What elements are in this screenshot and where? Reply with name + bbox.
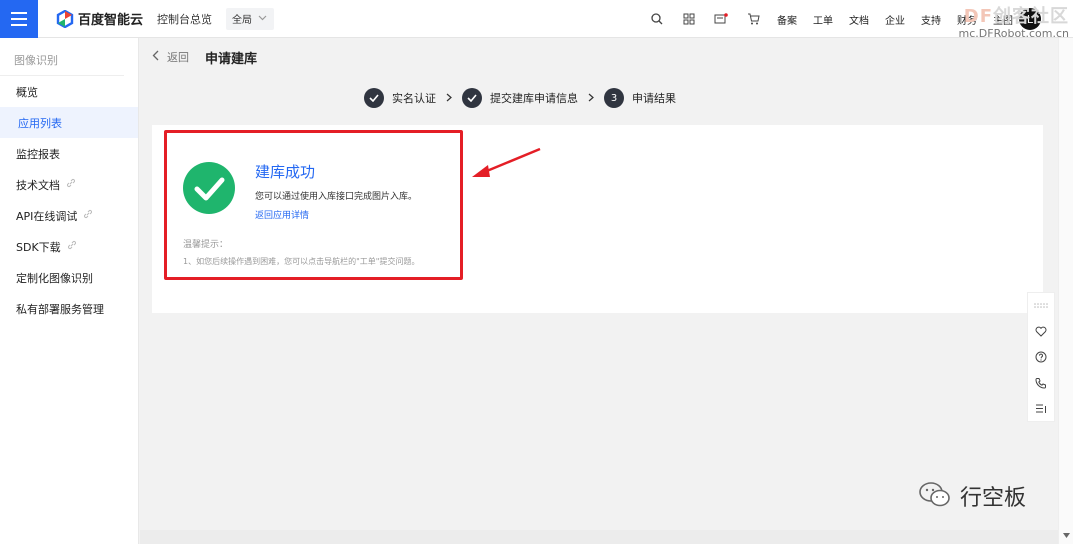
chevron-right-icon [446, 91, 452, 105]
list-icon[interactable] [1028, 395, 1054, 421]
result-card: 建库成功 您可以通过使用入库接口完成图片入库。 返回应用详情 温馨提示： 1、如… [152, 125, 1043, 313]
check-icon [364, 88, 384, 108]
sidebar-item-api-debug[interactable]: API在线调试 [0, 200, 138, 231]
back-to-app-detail-link[interactable]: 返回应用详情 [255, 208, 309, 221]
brand-logo-icon [56, 9, 74, 28]
tips-text: 1、如您后续操作遇到困难，您可以点击导航栏的"工单"提交问题。 [183, 257, 420, 266]
top-navbar: 百度智能云 控制台总览 全局 备案 工单 文档 企业 支持 财务 主图 L [0, 0, 1073, 38]
brand[interactable]: 百度智能云 [56, 9, 143, 28]
console-overview-link[interactable]: 控制台总览 [157, 11, 212, 27]
help-icon[interactable] [1028, 344, 1054, 370]
wechat-account-name: 行空板 [960, 486, 1027, 511]
nav-link-ticket[interactable]: 工单 [813, 12, 833, 27]
drag-handle-icon[interactable] [1028, 293, 1054, 319]
floating-toolbar [1027, 292, 1055, 422]
result-highlight-box: 建库成功 您可以通过使用入库接口完成图片入库。 返回应用详情 温馨提示： 1、如… [164, 130, 463, 280]
scope-select[interactable]: 全局 [226, 7, 275, 30]
watermark-dfrobot: DF创客社区 mc.DFRobot.com.cn [959, 2, 1069, 40]
watermark-title: DF创客社区 [963, 6, 1069, 27]
sidebar-header: 图像识别 [0, 38, 124, 76]
sidebar-item-custom-recognition[interactable]: 定制化图像识别 [0, 262, 138, 293]
step-label-2: 提交建库申请信息 [490, 92, 578, 105]
link-icon [67, 240, 77, 253]
link-icon [66, 178, 76, 191]
wechat-watermark: 行空板 [918, 480, 1026, 512]
page-header: 返回 申请建库 [140, 38, 1055, 76]
step-number: 3 [604, 88, 624, 108]
chevron-down-icon [258, 14, 267, 24]
tips-heading: 温馨提示： [183, 240, 229, 250]
chat-icon[interactable] [1028, 319, 1054, 345]
horizontal-scrollbar[interactable] [140, 530, 1058, 544]
link-icon [83, 209, 93, 222]
main-content: 返回 申请建库 实名认证 提交建库申请信息 3 申请结果 建库成功 您可以通过使… [140, 38, 1055, 544]
sidebar-item-overview[interactable]: 概览 [0, 76, 138, 107]
wechat-icon [918, 481, 952, 512]
cart-icon[interactable] [737, 13, 769, 25]
nav-link-support[interactable]: 支持 [921, 12, 941, 27]
sidebar-item-tech-docs[interactable]: 技术文档 [0, 169, 138, 200]
success-check-icon [183, 162, 235, 214]
scope-value: 全局 [232, 15, 253, 26]
progress-steps: 实名认证 提交建库申请信息 3 申请结果 [364, 88, 676, 108]
nav-link-filing[interactable]: 备案 [777, 12, 797, 27]
chevron-left-icon [152, 49, 159, 65]
result-title: 建库成功 [255, 163, 316, 181]
result-description: 您可以通过使用入库接口完成图片入库。 [255, 192, 418, 202]
phone-icon[interactable] [1028, 370, 1054, 396]
sidebar-item-monitor-report[interactable]: 监控报表 [0, 138, 138, 169]
chevron-right-icon [588, 91, 594, 105]
search-icon[interactable] [641, 13, 673, 25]
sidebar-item-sdk-download[interactable]: SDK下载 [0, 231, 138, 262]
sidebar: 图像识别 概览 应用列表 监控报表 技术文档 API在线调试 SDK下载 定制化… [0, 38, 139, 544]
check-icon [462, 88, 482, 108]
vertical-scrollbar[interactable] [1058, 38, 1073, 544]
sidebar-item-private-deploy[interactable]: 私有部署服务管理 [0, 293, 138, 324]
scroll-down-icon[interactable] [1063, 531, 1070, 540]
back-link[interactable]: 返回 [152, 49, 189, 65]
message-icon[interactable] [705, 13, 737, 25]
sidebar-item-app-list[interactable]: 应用列表 [0, 107, 138, 138]
nav-link-docs[interactable]: 文档 [849, 12, 869, 27]
annotation-arrow-icon [472, 147, 541, 177]
nav-link-enterprise[interactable]: 企业 [885, 12, 905, 27]
grid-icon[interactable] [673, 13, 705, 25]
brand-name: 百度智能云 [78, 13, 144, 28]
page-title: 申请建库 [205, 51, 258, 67]
menu-icon[interactable] [0, 0, 38, 38]
step-label-1: 实名认证 [392, 92, 436, 105]
step-label-3: 申请结果 [632, 92, 676, 105]
